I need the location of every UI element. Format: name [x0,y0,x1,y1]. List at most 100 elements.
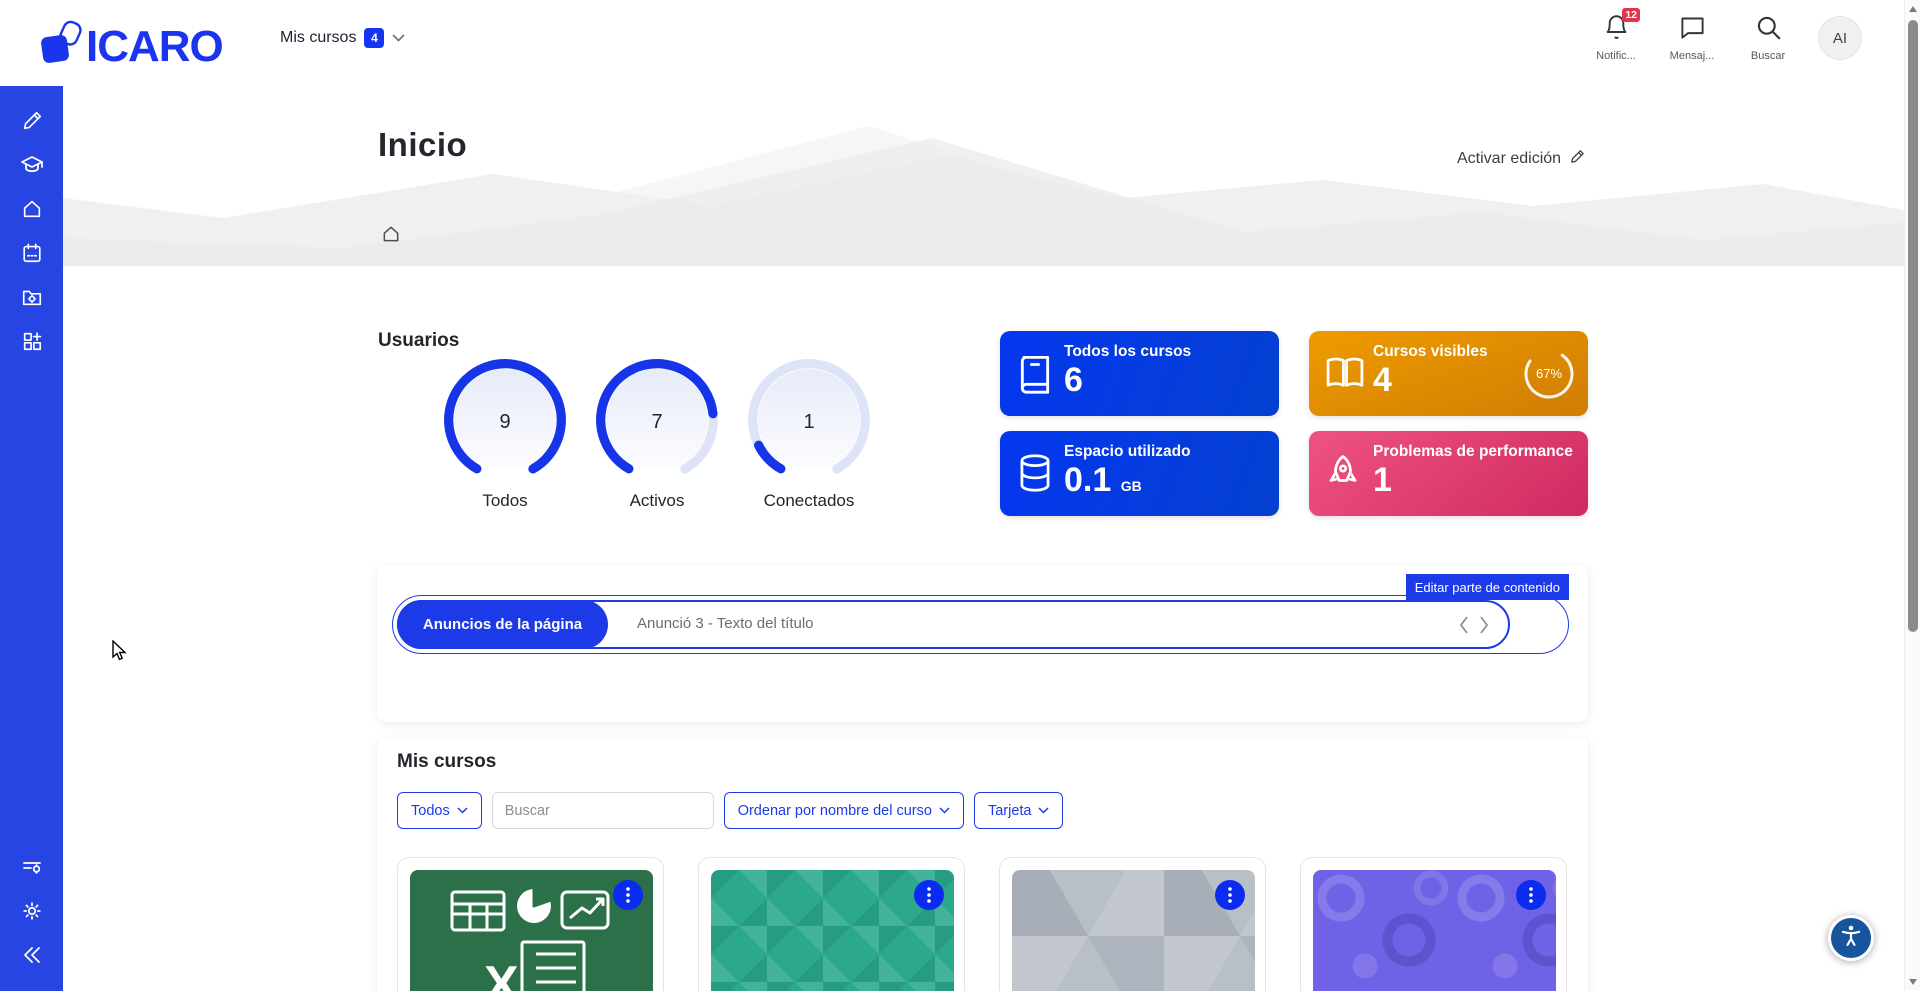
my-courses-panel: Mis cursos Todos Ordenar por nombre del … [377,737,1588,991]
rocket-icon [1325,453,1361,498]
course-image-teal-pattern [711,870,954,991]
stat-card-performance[interactable]: Problemas de performance 1 [1309,431,1588,516]
chat-icon [1679,14,1706,46]
accessibility-icon [1838,923,1864,954]
stat-card-title: Todos los cursos [1064,343,1191,361]
notifications-label: Notific... [1596,50,1636,62]
gauge-activos-label: Activos [577,491,737,511]
course-card-3[interactable] [999,857,1266,991]
gauge-conectados: 1 Conectados [744,355,874,523]
page-header-band: Inicio Activar edición [63,86,1904,266]
course-card-4[interactable] [1300,857,1567,991]
list-gear-icon[interactable] [0,845,63,889]
sort-dropdown[interactable]: Ordenar por nombre del curso [724,792,964,829]
nav-my-courses-label: Mis cursos [280,29,356,47]
stat-card-visible-courses[interactable]: Cursos visibles 4 67% [1309,331,1588,416]
search-label: Buscar [1751,50,1785,62]
mouse-cursor [110,640,130,667]
activate-editing-button[interactable]: Activar edición [1457,148,1586,170]
stat-card-title: Cursos visibles [1373,343,1488,361]
kebab-menu-icon[interactable] [914,880,944,910]
notifications-count-badge: 12 [1622,8,1640,22]
scrollbar-thumb[interactable] [1908,20,1918,632]
calendar-icon[interactable] [0,231,63,275]
pencil-icon [1569,148,1586,170]
course-image-gray-pattern [1012,870,1255,991]
gauge-activos-value: 7 [592,411,722,434]
chevron-right-icon[interactable] [1478,615,1490,635]
filter-all-dropdown[interactable]: Todos [397,792,482,829]
stat-card-value: 0.1 GB [1064,461,1142,500]
gauge-todos-value: 9 [440,411,570,434]
vertical-scrollbar [1904,0,1920,991]
kebab-menu-icon[interactable] [1215,880,1245,910]
stat-card-value: 6 [1064,361,1083,400]
collapse-left-icon[interactable] [0,933,63,977]
course-card-1[interactable]: X [397,857,664,991]
avatar[interactable]: AI [1818,16,1862,60]
gear-icon[interactable] [0,889,63,933]
course-image-excel: X [410,870,653,991]
user-gauges: 9 Todos 7 Activos 1 Conectados [440,355,874,523]
gauge-conectados-label: Conectados [729,491,889,511]
stat-card-title: Problemas de performance [1373,443,1573,461]
nav-my-courses-badge: 4 [364,28,384,48]
stat-card-space-used[interactable]: Espacio utilizado 0.1 GB [1000,431,1279,516]
blocks-add-icon[interactable] [0,319,63,363]
kebab-menu-icon[interactable] [613,880,643,910]
book-icon [1016,353,1054,400]
open-book-icon [1325,353,1365,398]
messages-label: Mensaj... [1670,50,1715,62]
icaro-logo-icon [40,18,84,75]
scroll-up-arrow[interactable] [1909,6,1917,12]
course-card-2[interactable] [698,857,965,991]
chevron-down-icon [392,29,405,47]
my-courses-title: Mis cursos [397,751,496,773]
gauge-todos-label: Todos [425,491,585,511]
accessibility-button[interactable] [1828,915,1874,961]
topbar-actions: 12 Notific... Mensaj... Buscar [1590,14,1862,62]
messages-button[interactable]: Mensaj... [1666,14,1718,62]
folder-gear-icon[interactable] [0,275,63,319]
chevron-left-icon[interactable] [1458,615,1470,635]
logo-text: ICARO [86,22,223,72]
breadcrumb-home-icon[interactable] [381,224,401,249]
sidebar-bottom-group [0,845,63,977]
visible-courses-ring: 67% [1522,347,1576,401]
kebab-menu-icon[interactable] [1516,880,1546,910]
stat-card-all-courses[interactable]: Todos los cursos 6 [1000,331,1279,416]
mountain-background [63,86,1904,266]
svg-text:X: X [484,956,519,991]
graduation-cap-icon[interactable] [0,143,63,187]
carousel-arrows [1458,615,1490,635]
notifications-button[interactable]: 12 Notific... [1590,14,1642,62]
announcement-current-title: Anunció 3 - Texto del título [637,615,814,632]
view-mode-dropdown[interactable]: Tarjeta [974,792,1064,829]
stat-card-title: Espacio utilizado [1064,443,1191,461]
announcements-tab[interactable]: Anuncios de la página [397,600,608,649]
course-image-purple-pattern [1313,870,1556,991]
course-grid: X [397,857,1567,991]
gauge-activos: 7 Activos [592,355,722,523]
gauge-conectados-value: 1 [744,411,874,434]
pencil-icon[interactable] [0,99,63,143]
icaro-logo[interactable]: ICARO [40,18,223,75]
announcements-panel: Editar parte de contenido Anuncios de la… [377,565,1588,722]
edit-content-part-tag[interactable]: Editar parte de contenido [1406,574,1569,600]
home-icon[interactable] [0,187,63,231]
search-button[interactable]: Buscar [1742,14,1794,62]
course-filters: Todos Ordenar por nombre del curso Tarje… [397,792,1063,829]
database-icon [1016,453,1054,498]
nav-my-courses[interactable]: Mis cursos 4 [280,28,405,48]
scroll-down-arrow[interactable] [1909,979,1917,985]
announcements-carousel: Anuncios de la página Anunció 3 - Texto … [397,600,1510,649]
stat-card-value: 4 [1373,361,1392,400]
page-title: Inicio [378,126,467,164]
users-section-title: Usuarios [378,330,459,352]
sidebar-top-group [0,99,63,363]
screen: ICARO Mis cursos 4 12 Notific... [0,0,1920,991]
course-search-input[interactable] [492,792,714,829]
activate-editing-label: Activar edición [1457,150,1561,168]
stat-card-value: 1 [1373,461,1392,500]
gauge-todos: 9 Todos [440,355,570,523]
